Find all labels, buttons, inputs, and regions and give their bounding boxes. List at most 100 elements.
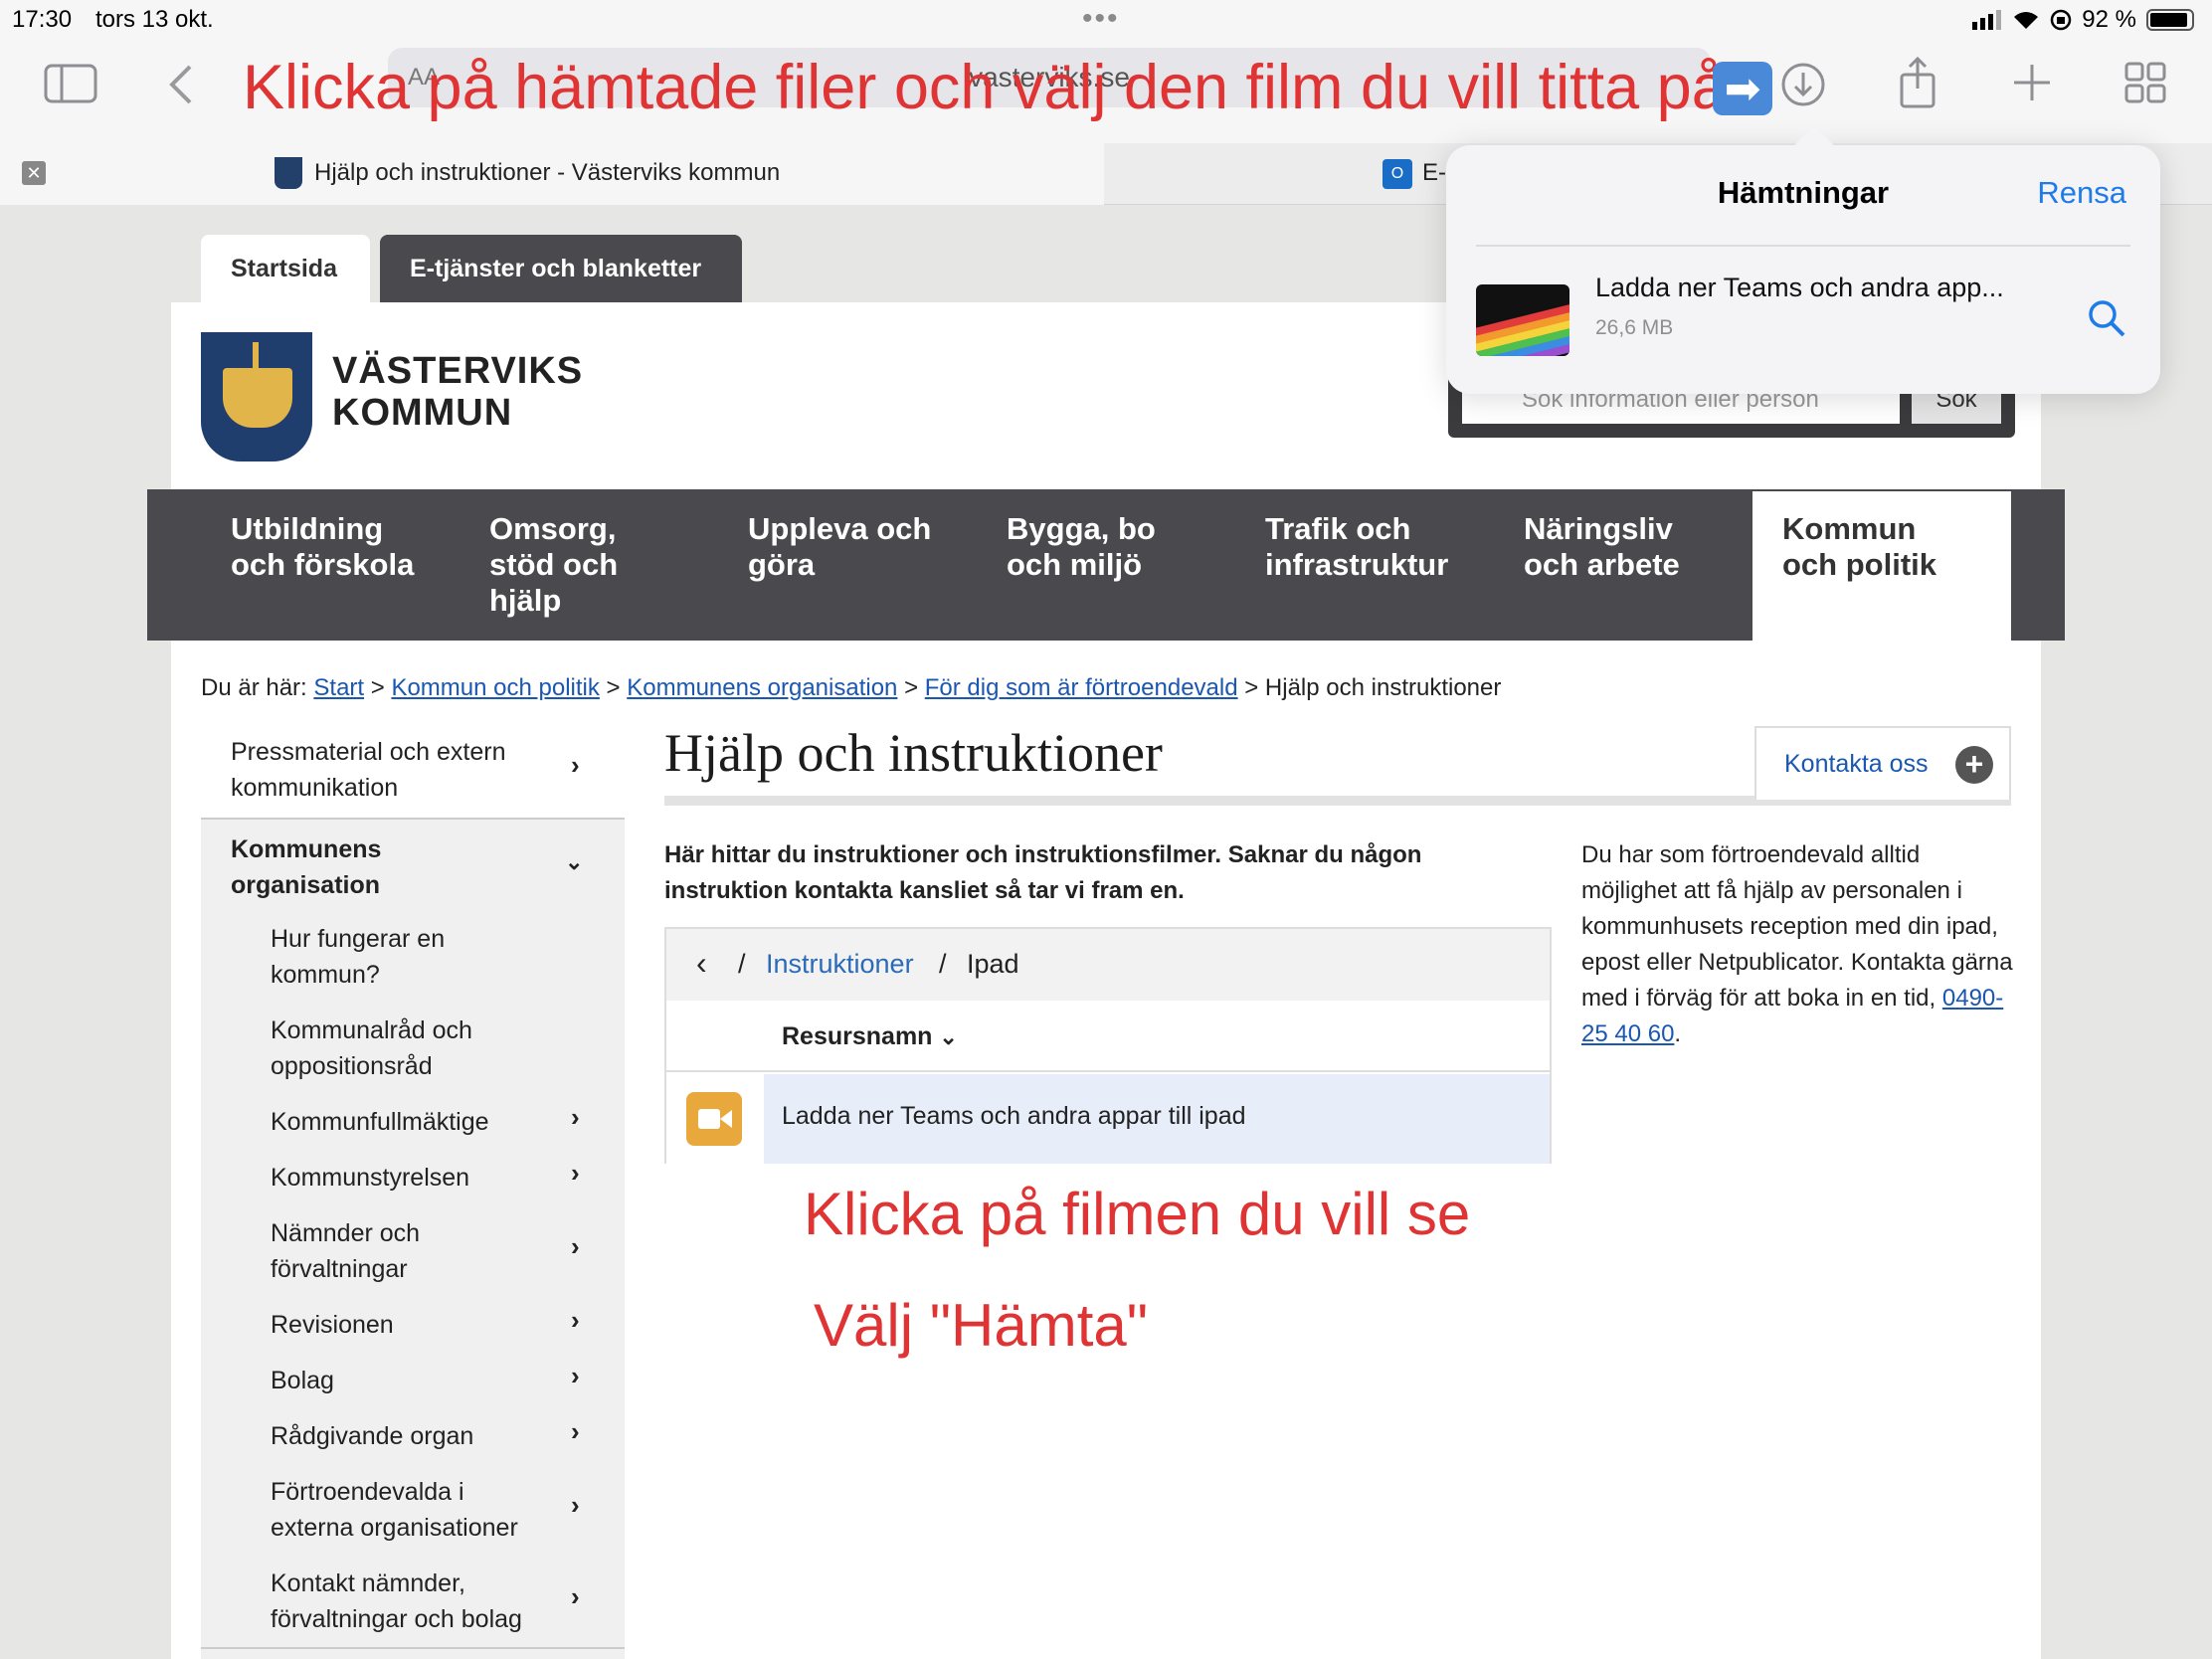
sidebar-item-bolag[interactable]: Bolag: [271, 1363, 334, 1398]
sidebar-item-press[interactable]: Pressmaterial och extern kommunikation ›: [201, 720, 625, 820]
contact-button[interactable]: Kontakta oss +: [1754, 726, 2011, 800]
tab-title-2: E-: [1422, 159, 1446, 186]
tab-active[interactable]: ✕ Hjälp och instruktioner - Västerviks k…: [0, 143, 1104, 205]
column-header-label: Resursnamn ⌄: [782, 1022, 958, 1051]
side-navigation: Pressmaterial och extern kommunikation ›…: [201, 720, 625, 1659]
downloads-icon[interactable]: [1778, 60, 1828, 109]
breadcrumb-current: Hjälp och instruktioner: [1264, 674, 1502, 701]
sidebar-item-label: Kommunstyrelsen: [271, 1164, 470, 1192]
sidebar-item-namnder[interactable]: Nämnder och förvaltningar: [271, 1215, 420, 1287]
chevron-down-icon: ⌄: [939, 1024, 958, 1049]
battery-percent: 92 %: [2082, 6, 2136, 33]
sidebar-item-label: externa organisationer: [271, 1514, 518, 1542]
breadcrumb: Du är här: Start > Kommun och politik > …: [201, 674, 1501, 702]
municipality-logo[interactable]: [201, 332, 312, 461]
status-date: tors 13 okt.: [95, 6, 214, 33]
sidebar-item-kontakt[interactable]: Kontakt nämnder, förvaltningar och bolag: [271, 1566, 522, 1637]
nav-item-education[interactable]: Utbildning och förskola: [231, 511, 414, 583]
table-row[interactable]: Ladda ner Teams och andra appar till ipa…: [666, 1074, 1550, 1164]
chevron-right-icon: ›: [571, 1305, 580, 1335]
sidebar-item-label: Bolag: [271, 1367, 334, 1394]
sidebar-item-label: förvaltningar: [271, 1255, 408, 1283]
sidebar-item-fullmaktige[interactable]: Kommunfullmäktige: [271, 1104, 489, 1140]
nav-item-politics[interactable]: Kommun och politik: [1752, 491, 2011, 641]
breadcrumb-link-elected[interactable]: För dig som är förtroendevald: [925, 674, 1238, 701]
sidebar-section-label: Kommunens: [231, 835, 382, 863]
nav-item-traffic[interactable]: Trafik och infrastruktur: [1265, 511, 1448, 583]
contact-label: Kontakta oss: [1784, 749, 1929, 778]
sidebar-item-label: Nämnder och: [271, 1219, 421, 1247]
back-icon[interactable]: [161, 60, 201, 109]
column-name: Resursnamn: [782, 1022, 933, 1050]
annotation-top: Klicka på hämtade filer och välj den fil…: [243, 53, 1727, 122]
sidebar-item-label: Rådgivande organ: [271, 1422, 474, 1450]
sidebar-item-revisionen[interactable]: Revisionen: [271, 1307, 394, 1343]
sidebar-item-radgivande[interactable]: Rådgivande organ: [271, 1418, 473, 1454]
sidebar-item-label: oppositionsråd: [271, 1052, 433, 1080]
chevron-right-icon: ›: [571, 1581, 580, 1611]
sidebar-icon[interactable]: [44, 62, 97, 105]
path-link-instruktioner[interactable]: Instruktioner: [766, 949, 914, 980]
annotation-middle: Klicka på filmen du vill se: [804, 1181, 1471, 1247]
nav-label: infrastruktur: [1265, 547, 1449, 582]
chevron-right-icon: ›: [571, 1361, 580, 1390]
sidebar-item-label: Pressmaterial och extern: [231, 738, 506, 766]
sidebar-item-label: Förtroendevalda i: [271, 1478, 464, 1506]
magnifier-icon[interactable]: [2087, 298, 2126, 343]
row-icon-cell: [666, 1074, 764, 1164]
nav-item-business[interactable]: Näringsliv och arbete: [1524, 511, 1680, 583]
clear-button[interactable]: Rensa: [2037, 175, 2126, 211]
chevron-right-icon: ›: [571, 1102, 580, 1132]
downloads-popover: Hämtningar Rensa Ladda ner Teams och and…: [1446, 125, 2160, 394]
breadcrumb-link-start[interactable]: Start: [313, 674, 364, 701]
tab-inactive[interactable]: O E-: [1104, 143, 1446, 205]
sidebar-item-label: Kommunalråd och: [271, 1016, 472, 1044]
column-header[interactable]: Resursnamn ⌄: [666, 1001, 1550, 1072]
sidebar-section-organisation[interactable]: Kommunens organisation: [231, 831, 381, 903]
file-path-bar: ‹ / Instruktioner / Ipad: [666, 929, 1550, 1001]
breadcrumb-sep: >: [1244, 674, 1259, 701]
multitasking-dots-icon[interactable]: •••: [1082, 2, 1120, 36]
chevron-right-icon: ›: [571, 1416, 580, 1446]
intro-text: Här hittar du instruktioner och instrukt…: [664, 841, 1422, 904]
brand-name[interactable]: VÄSTERVIKS KOMMUN: [332, 350, 583, 434]
nav-label: hjälp: [489, 583, 562, 618]
nav-item-build[interactable]: Bygga, bo och miljö: [1007, 511, 1156, 583]
page-title: Hjälp och instruktioner: [664, 723, 1163, 783]
nav-label: och förskola: [231, 547, 415, 582]
aside-text: Du har som förtroendevald alltid möjligh…: [1581, 837, 2019, 1052]
status-right: 92 %: [1972, 6, 2194, 34]
nav-label: Bygga, bo: [1007, 511, 1156, 546]
path-separator: /: [939, 949, 947, 979]
browser-toolbar: AA vasterviks.se Klicka på hämtade filer…: [0, 40, 2212, 143]
nav-item-care[interactable]: Omsorg, stöd och hjälp: [489, 511, 618, 619]
tab-overview-icon[interactable]: [2122, 60, 2168, 105]
sidebar-item-styrelsen[interactable]: Kommunstyrelsen: [271, 1160, 469, 1196]
new-tab-icon[interactable]: [2009, 60, 2055, 105]
download-item-name[interactable]: Ladda ner Teams och andra app...: [1595, 273, 2004, 303]
tab-close-icon[interactable]: ✕: [22, 161, 46, 185]
breadcrumb-sep: >: [606, 674, 621, 701]
nav-label: och arbete: [1524, 547, 1680, 582]
sidebar-item-label: kommun?: [271, 961, 380, 989]
tab-e-services[interactable]: E-tjänster och blanketter: [380, 235, 742, 302]
nav-item-experience[interactable]: Uppleva och göra: [748, 511, 931, 583]
chevron-right-icon: ›: [571, 1231, 580, 1261]
chevron-down-icon[interactable]: ⌄: [565, 849, 583, 875]
nav-label: göra: [748, 547, 816, 582]
sidebar-item-label: kommunikation: [231, 774, 399, 802]
sidebar-item-how[interactable]: Hur fungerar en kommun?: [271, 921, 445, 993]
download-thumbnail[interactable]: [1476, 284, 1569, 356]
chevron-left-icon[interactable]: ‹: [696, 945, 707, 982]
share-icon[interactable]: [1894, 56, 1941, 109]
chevron-right-icon: ›: [571, 750, 580, 780]
nav-label: stöd och: [489, 547, 619, 582]
breadcrumb-link-organisation[interactable]: Kommunens organisation: [627, 674, 897, 701]
nav-label: Omsorg,: [489, 511, 617, 546]
breadcrumb-link-politics[interactable]: Kommun och politik: [391, 674, 599, 701]
nav-label: Trafik och: [1265, 511, 1411, 546]
sidebar-item-externa[interactable]: Förtroendevalda i externa organisationer: [271, 1474, 518, 1546]
tab-startsida[interactable]: Startsida: [201, 235, 370, 302]
breadcrumb-sep: >: [904, 674, 919, 701]
sidebar-item-council[interactable]: Kommunalråd och oppositionsråd: [271, 1013, 472, 1084]
